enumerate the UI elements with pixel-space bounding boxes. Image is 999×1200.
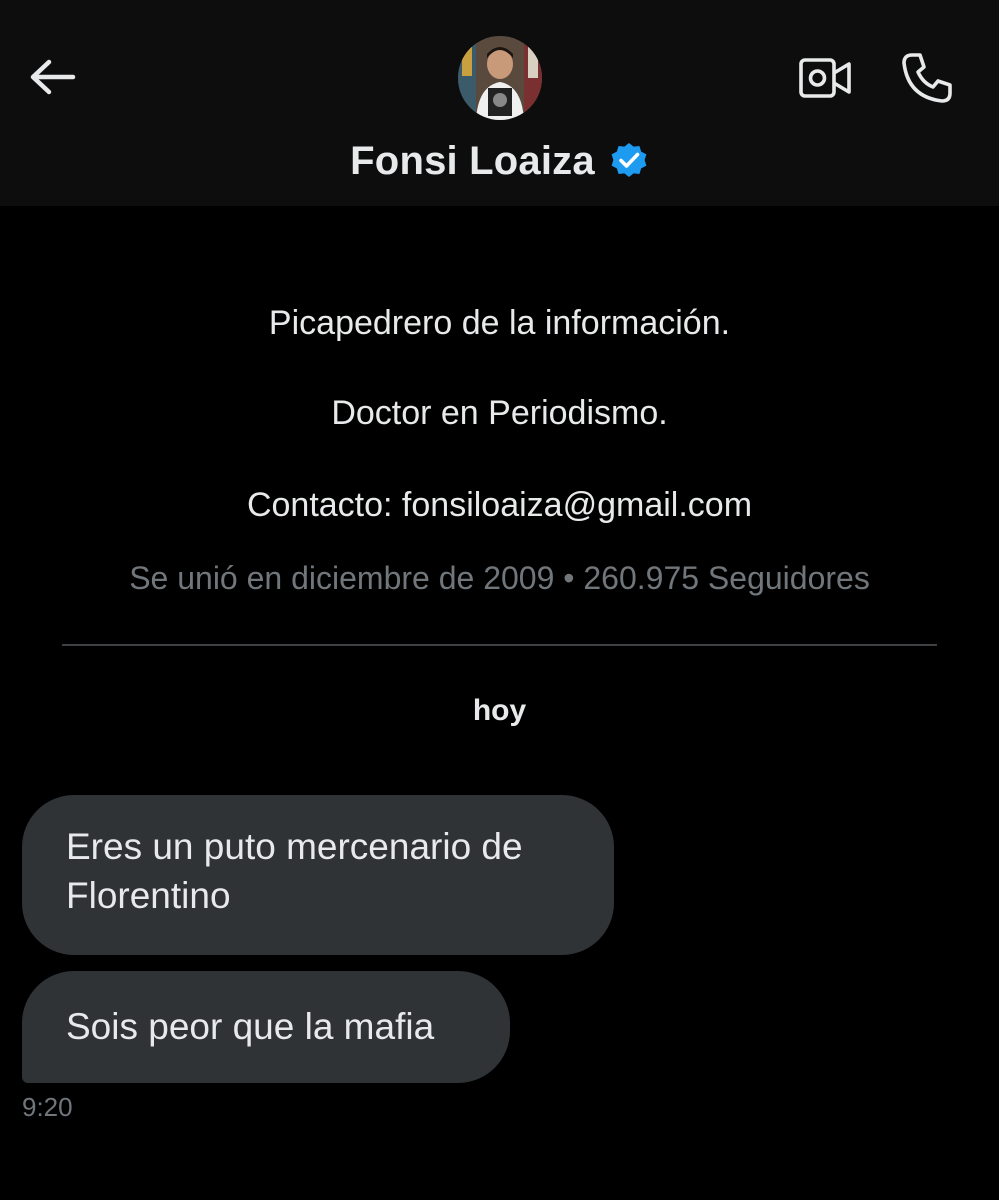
conversation-header: Fonsi Loaiza [0, 0, 999, 206]
back-button[interactable] [24, 52, 80, 102]
avatar-image [458, 36, 542, 120]
phone-icon [902, 53, 952, 103]
avatar[interactable] [458, 36, 542, 120]
verified-badge-icon [609, 141, 649, 181]
profile-name: Fonsi Loaiza [350, 138, 595, 183]
bio-contact: Contacto: fonsiloaiza@gmail.com [246, 486, 753, 524]
message-timestamp: 9:20 [22, 1092, 73, 1122]
profile-meta: Se unió en diciembre de 2009 • 260.975 S… [129, 560, 870, 596]
message-bubble[interactable]: Eres un puto mercenario de Florentino [22, 795, 614, 955]
voice-call-button[interactable] [898, 50, 956, 106]
video-camera-icon [799, 58, 851, 98]
bio-line-2: Doctor en Periodismo. [331, 394, 668, 432]
profile-name-row[interactable]: Fonsi Loaiza [0, 134, 999, 188]
arrow-left-icon [30, 59, 76, 95]
message-bubble[interactable]: Sois peor que la mafia [22, 971, 510, 1083]
day-separator: hoy [472, 694, 527, 727]
divider [62, 644, 937, 646]
video-call-button[interactable] [796, 52, 854, 104]
bio-line-1: Picapedrero de la información. [268, 304, 731, 342]
